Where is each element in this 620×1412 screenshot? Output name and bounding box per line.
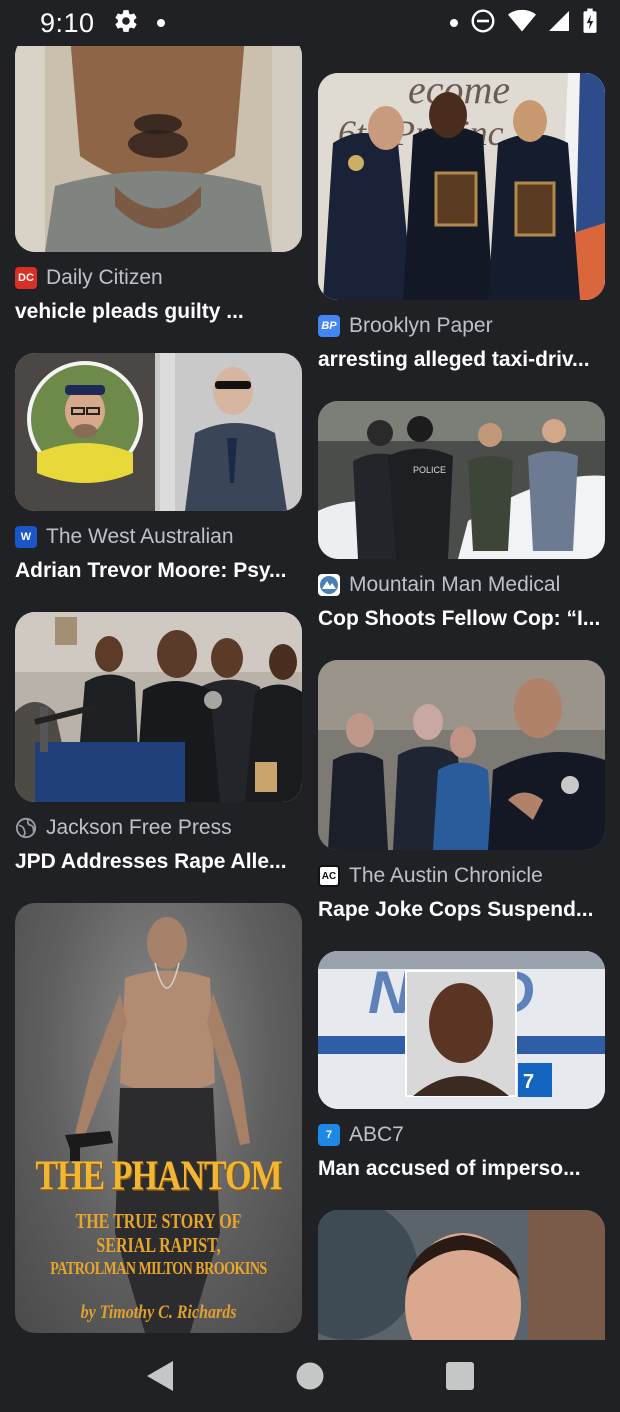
status-bar: 9:10	[0, 0, 620, 46]
daily-citizen-favicon-icon: DC	[15, 267, 37, 289]
result-title[interactable]: Man accused of imperso...	[318, 1157, 605, 1181]
recents-icon	[446, 1362, 474, 1390]
result-source: Mountain Man Medical	[318, 573, 605, 597]
abc7-favicon-icon: 7	[318, 1124, 340, 1146]
result-image[interactable]	[15, 46, 302, 252]
do-not-disturb-icon	[470, 8, 496, 39]
notification-dot-icon	[450, 19, 458, 27]
result-card[interactable]: POLICE Mountain Man Medical Cop Shoots F…	[318, 401, 605, 631]
result-source: AC The Austin Chronicle	[318, 864, 605, 888]
west-australian-favicon-icon: W	[15, 526, 37, 548]
result-card[interactable]	[318, 1210, 605, 1340]
result-card[interactable]: DC Daily Citizen vehicle pleads guilty .…	[15, 46, 302, 324]
result-card[interactable]: Jackson Free Press JPD Addresses Rape Al…	[15, 612, 302, 874]
result-title[interactable]: arresting alleged taxi-driv...	[318, 348, 605, 372]
result-image[interactable]: ecome 6th Precinc	[318, 73, 605, 300]
result-title[interactable]: JPD Addresses Rape Alle...	[15, 850, 302, 874]
svg-text:7: 7	[523, 1071, 534, 1093]
navigation-bar	[0, 1340, 620, 1412]
result-image[interactable]: POLICE	[318, 401, 605, 559]
result-image[interactable]	[318, 1210, 605, 1340]
status-time: 9:10	[40, 7, 95, 38]
result-source: 7 ABC7	[318, 1123, 605, 1147]
result-image[interactable]: THE PHANTOM THE TRUE STORY OF SERIAL RAP…	[15, 903, 302, 1333]
result-card[interactable]: NYPD 7 7 ABC7 Man accused of imperso...	[318, 951, 605, 1181]
result-source: Jackson Free Press	[15, 816, 302, 840]
result-image[interactable]: NYPD 7	[318, 951, 605, 1109]
book-cover-subtitle: THE TRUE STORY OF	[75, 1211, 242, 1234]
globe-icon	[15, 817, 37, 839]
book-cover-title: THE PHANTOM	[35, 1153, 282, 1200]
result-source: DC Daily Citizen	[15, 266, 302, 290]
battery-charging-icon	[582, 8, 598, 39]
result-source: W The West Australian	[15, 525, 302, 549]
result-image[interactable]	[15, 353, 302, 511]
book-cover-subtitle: PATROLMAN MILTON BROOKINS	[50, 1259, 267, 1280]
signal-icon	[548, 9, 570, 38]
back-button[interactable]	[140, 1356, 180, 1396]
wifi-icon	[508, 9, 536, 38]
result-title[interactable]: Adrian Trevor Moore: Psy...	[15, 559, 302, 583]
mountain-man-medical-favicon-icon	[318, 574, 340, 596]
result-image[interactable]	[318, 660, 605, 850]
settings-icon	[113, 8, 139, 39]
result-card[interactable]: W The West Australian Adrian Trevor Moor…	[15, 353, 302, 583]
result-source: BP Brooklyn Paper	[318, 314, 605, 338]
back-icon	[147, 1361, 173, 1391]
recents-button[interactable]	[440, 1356, 480, 1396]
image-results-feed[interactable]: DC Daily Citizen vehicle pleads guilty .…	[0, 46, 620, 1340]
result-card[interactable]: ecome 6th Precinc BP	[318, 73, 605, 372]
brooklyn-paper-favicon-icon: BP	[318, 315, 340, 337]
svg-text:POLICE: POLICE	[413, 465, 446, 475]
result-card[interactable]: THE PHANTOM THE TRUE STORY OF SERIAL RAP…	[15, 903, 302, 1333]
result-title[interactable]: Cop Shoots Fellow Cop: “I...	[318, 607, 605, 631]
home-icon	[296, 1362, 324, 1390]
book-cover-subtitle: SERIAL RAPIST,	[96, 1235, 221, 1258]
result-image[interactable]	[15, 612, 302, 802]
notification-dot-icon	[156, 19, 165, 27]
result-title[interactable]: vehicle pleads guilty ...	[15, 300, 302, 324]
austin-chronicle-favicon-icon: AC	[318, 865, 340, 887]
home-button[interactable]	[290, 1356, 330, 1396]
result-title[interactable]: Rape Joke Cops Suspend...	[318, 898, 605, 922]
result-card[interactable]: AC The Austin Chronicle Rape Joke Cops S…	[318, 660, 605, 922]
book-cover-author: by Timothy C. Richards	[80, 1302, 237, 1323]
